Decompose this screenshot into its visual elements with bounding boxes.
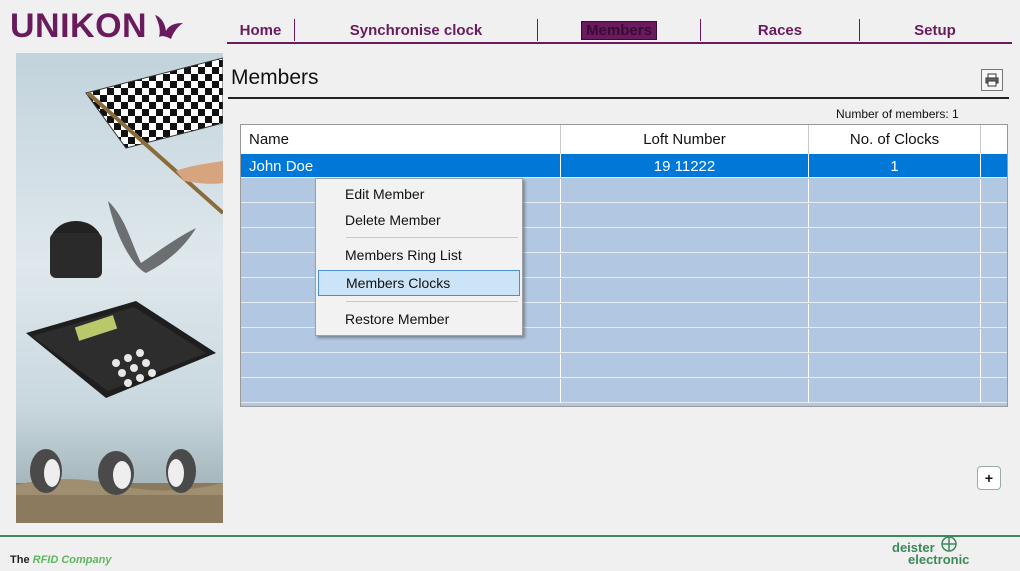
column-header-no-of-clocks[interactable]: No. of Clocks	[809, 125, 981, 154]
pigeon-clock-illustration	[16, 57, 223, 523]
nav-home-label: Home	[239, 21, 282, 39]
menu-item-restore-member[interactable]: Restore Member	[318, 306, 520, 332]
table-row[interactable]: John Doe 19 11222 1	[241, 154, 1007, 178]
cell-loft-number: 19 11222	[561, 154, 809, 178]
footer-tagline: The RFID Company	[10, 554, 111, 566]
cell-no-of-clocks: 1	[809, 154, 981, 178]
nav-members-label: Members	[581, 20, 657, 40]
unikon-logo: UNIKON	[10, 6, 185, 46]
menu-item-members-clocks[interactable]: Members Clocks	[318, 270, 520, 296]
nav-home[interactable]: Home	[227, 19, 295, 41]
print-button[interactable]	[981, 69, 1003, 91]
add-member-button[interactable]: +	[977, 466, 1001, 490]
sidebar-illustration	[16, 53, 223, 523]
menu-separator	[346, 301, 518, 302]
footer-tagline-highlight: RFID Company	[32, 554, 112, 566]
nav-setup[interactable]: Setup	[860, 19, 1010, 41]
nav-members[interactable]: Members	[538, 19, 701, 41]
bird-logo-icon	[155, 15, 184, 39]
table-header: Name Loft Number No. of Clocks	[241, 125, 1007, 155]
menu-item-members-ring-list[interactable]: Members Ring List	[318, 242, 520, 268]
title-divider	[228, 97, 1009, 99]
nav-synchronise-clock[interactable]: Synchronise clock	[295, 19, 538, 41]
nav-sync-label: Synchronise clock	[349, 21, 483, 39]
cell-member-name: John Doe	[241, 154, 561, 178]
member-count: Number of members: 1	[836, 107, 959, 121]
deister-logo-bottom: electronic	[908, 552, 969, 566]
column-header-name[interactable]: Name	[241, 125, 561, 154]
nav-races[interactable]: Races	[701, 19, 860, 41]
footer-tagline-prefix: The	[10, 554, 30, 566]
nav-races-label: Races	[757, 21, 803, 39]
menu-item-delete-member[interactable]: Delete Member	[318, 207, 520, 233]
logo-text: UNIKON	[10, 6, 148, 45]
deister-logo: deister electronic	[888, 536, 1012, 567]
menu-separator	[346, 237, 518, 238]
nav-underline	[227, 42, 1012, 44]
nav-setup-label: Setup	[914, 21, 956, 39]
context-menu: Edit Member Delete Member Members Ring L…	[315, 178, 523, 336]
printer-icon	[985, 73, 999, 87]
main-nav: Home Synchronise clock Members Races Set…	[227, 18, 1010, 42]
empty-row	[241, 354, 1007, 378]
deister-logo-graphic: deister electronic	[892, 536, 969, 567]
column-header-loft-number[interactable]: Loft Number	[561, 125, 809, 154]
page-title: Members	[231, 66, 319, 89]
menu-item-edit-member[interactable]: Edit Member	[318, 181, 520, 207]
empty-row	[241, 379, 1007, 403]
footer-divider	[0, 535, 1020, 537]
